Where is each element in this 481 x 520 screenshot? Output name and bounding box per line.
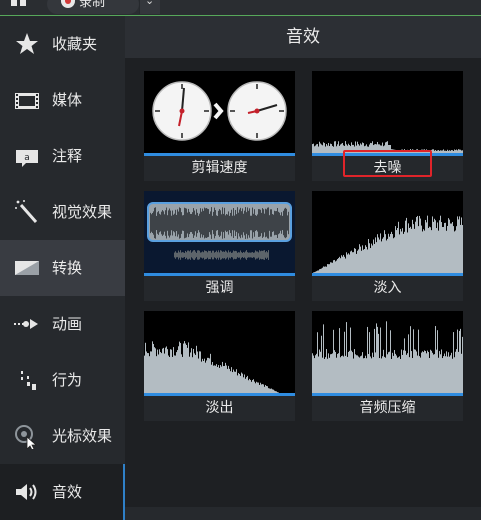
sidebar-item-label: 收藏夹 xyxy=(52,35,98,53)
sidebar-item-cursor-effects[interactable]: 光标效果 xyxy=(0,408,125,464)
effect-tile-clip-speed[interactable]: 剪辑速度 xyxy=(144,71,295,181)
film-icon xyxy=(14,87,40,113)
effect-tile-fade-out[interactable]: 淡出 xyxy=(144,311,295,421)
animation-arrow-icon xyxy=(14,311,40,337)
sidebar-item-visual-effects[interactable]: 视觉效果 xyxy=(0,184,125,240)
star-icon xyxy=(14,31,40,57)
effect-tile-emphasize[interactable]: 强调 xyxy=(144,191,295,301)
effect-tile-fade-in[interactable]: 淡入 xyxy=(312,191,463,301)
record-dropdown-button[interactable]: ⌄ xyxy=(139,0,160,14)
tile-label: 音频压缩 xyxy=(312,396,463,421)
sidebar-item-label: 行为 xyxy=(52,371,83,389)
tile-label: 强调 xyxy=(144,276,295,301)
sidebar: 收藏夹 媒体 a 注释 视觉效果 转换 动画 行为 光标效果 音效 xyxy=(0,16,125,520)
sidebar-item-annotations[interactable]: a 注释 xyxy=(0,128,125,184)
emphasize-thumbnail xyxy=(144,191,295,273)
noise-removal-thumbnail xyxy=(312,71,463,153)
annotation-icon: a xyxy=(14,143,40,169)
behavior-icon xyxy=(14,367,40,393)
cursor-effect-icon xyxy=(14,423,40,451)
sidebar-item-label: 转换 xyxy=(52,259,83,277)
highlight-box xyxy=(343,150,432,177)
sidebar-item-audio-effects[interactable]: 音效 xyxy=(0,464,125,520)
tile-label: 剪辑速度 xyxy=(144,156,295,181)
sidebar-item-label: 光标效果 xyxy=(52,427,113,445)
speaker-icon xyxy=(14,479,40,505)
magic-wand-icon xyxy=(14,199,40,225)
sidebar-item-favorites[interactable]: 收藏夹 xyxy=(0,16,125,72)
chevron-down-icon: ⌄ xyxy=(145,0,155,7)
record-button[interactable]: 录制 xyxy=(47,0,139,14)
transition-icon xyxy=(14,255,40,281)
sidebar-item-label: 音效 xyxy=(52,483,83,501)
sidebar-item-media[interactable]: 媒体 xyxy=(0,72,125,128)
grid-icon[interactable] xyxy=(11,0,27,7)
effect-tile-audio-compression[interactable]: 音频压缩 xyxy=(312,311,463,421)
top-toolbar: 录制 ⌄ xyxy=(0,0,481,16)
sidebar-item-animations[interactable]: 动画 xyxy=(0,296,125,352)
panel-header: 音效 xyxy=(125,16,481,58)
audio-effects-panel: 音效 剪辑速度 去噪 强调 淡入 淡出 音频压缩 xyxy=(125,16,481,507)
sidebar-item-label: 动画 xyxy=(52,315,83,333)
tile-label: 淡出 xyxy=(144,396,295,421)
sidebar-item-label: 注释 xyxy=(52,147,83,165)
sidebar-item-behaviors[interactable]: 行为 xyxy=(0,352,125,408)
clocks-thumbnail xyxy=(144,71,295,153)
sidebar-item-transitions[interactable]: 转换 xyxy=(0,240,125,296)
sidebar-item-label: 视觉效果 xyxy=(52,203,113,221)
tile-label: 淡入 xyxy=(312,276,463,301)
compression-thumbnail xyxy=(312,311,463,393)
fade-out-thumbnail xyxy=(144,311,295,393)
record-icon xyxy=(61,0,75,8)
svg-text:a: a xyxy=(24,153,30,163)
record-label: 录制 xyxy=(79,0,106,10)
page-title: 音效 xyxy=(286,27,320,47)
fade-in-thumbnail xyxy=(312,191,463,273)
sidebar-item-label: 媒体 xyxy=(52,91,83,109)
